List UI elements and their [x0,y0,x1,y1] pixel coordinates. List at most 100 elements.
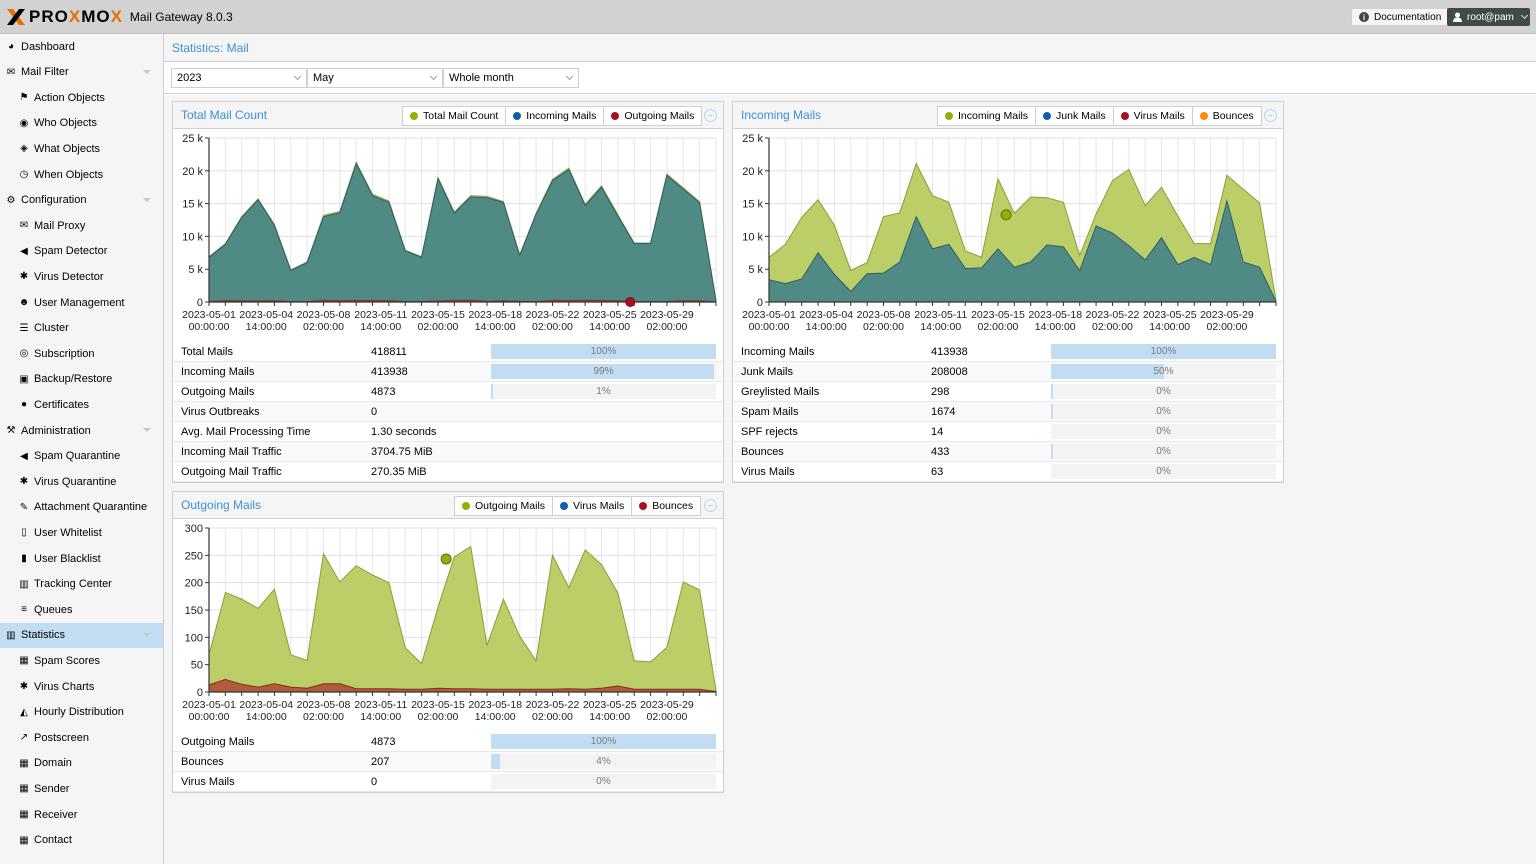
sidebar-item-configuration[interactable]: ⚙ Configuration [0,188,163,213]
stats-row: Virus Mails 0 0% [173,772,723,792]
legend-item[interactable]: Incoming Mails [938,107,1037,125]
sidebar-item-user-blacklist[interactable]: ▮ User Blacklist [0,546,163,571]
sidebar-item-queues[interactable]: ≡ Queues [0,597,163,622]
sidebar-item-virus-detector[interactable]: ✱ Virus Detector [0,264,163,289]
y-tick-label: 250 [185,550,203,562]
x-tick-label: 02:00:00 [418,321,459,333]
chevron-down-icon [565,72,574,81]
percent-label: 0% [1156,406,1171,417]
expand-arrow-icon[interactable] [143,69,151,74]
expand-arrow-icon[interactable] [143,632,151,637]
stats-label: Incoming Mails [181,366,255,378]
legend-item[interactable]: Virus Mails [1114,107,1193,125]
stats-label: Outgoing Mail Traffic [181,466,282,478]
year-select[interactable]: 2023 [171,68,307,88]
stats-label: Greylisted Mails [741,386,820,398]
month-select[interactable]: May [307,68,443,88]
legend-marker [611,112,620,120]
percent-label: 100% [590,736,617,747]
bug-icon: ✱ [19,476,29,488]
sidebar-item-virus-quarantine[interactable]: ✱ Virus Quarantine [0,469,163,494]
y-tick-label: 0 [757,297,763,309]
stats-row: Spam Mails 1674 0% [733,402,1283,422]
sidebar-item-attachment-quarantine[interactable]: ✎ Attachment Quarantine [0,495,163,520]
sidebar-item-mail-proxy[interactable]: ✉ Mail Proxy [0,213,163,238]
sidebar-item-hourly-distribution[interactable]: ◭ Hourly Distribution [0,700,163,725]
x-tick-label: 02:00:00 [978,321,1019,333]
sidebar-item-postscreen[interactable]: ↗ Postscreen [0,725,163,750]
legend-item[interactable]: Junk Mails [1036,107,1114,125]
stats-row: Avg. Mail Processing Time 1.30 seconds [173,422,723,442]
collapse-icon[interactable] [704,499,717,512]
legend-item[interactable]: Outgoing Mails [455,497,554,515]
sidebar-item-contact[interactable]: ▦ Contact [0,828,163,853]
legend-item[interactable]: Outgoing Mails [604,107,701,125]
legend-label: Bounces [652,500,694,512]
sidebar-item-certificates[interactable]: ● Certificates [0,392,163,417]
sidebar-item-action-objects[interactable]: ⚑ Action Objects [0,85,163,110]
y-tick-label: 200 [185,578,203,590]
sidebar-item-subscription[interactable]: ◎ Subscription [0,341,163,366]
sidebar-item-label: Administration [21,424,91,437]
sidebar-item-spam-scores[interactable]: ▦ Spam Scores [0,648,163,673]
percent-bar: 0% [1051,444,1276,459]
legend-label: Bounces [1212,110,1254,122]
x-tick-label: 14:00:00 [1035,321,1076,333]
stats-value: 270.35 MiB [371,466,427,478]
sidebar-item-sender[interactable]: ▦ Sender [0,776,163,801]
area-series-incoming-mails [208,162,717,303]
sidebar-item-statistics[interactable]: ▥ Statistics [0,622,163,648]
info-icon: i [1359,12,1369,22]
legend-item[interactable]: Total Mail Count [403,107,507,125]
sidebar-item-who-objects[interactable]: ◉ Who Objects [0,111,163,136]
legend-item[interactable]: Bounces [1193,107,1261,125]
sidebar-item-domain[interactable]: ▦ Domain [0,751,163,776]
legend-item[interactable]: Virus Mails [553,497,633,515]
legend-label: Total Mail Count [423,110,499,122]
x-tick-label: 2023-05-15 [411,699,465,711]
user-menu-button[interactable]: root@pam [1447,8,1530,26]
sidebar-item-label: Spam Scores [34,654,101,667]
sidebar-item-label: Attachment Quarantine [34,501,148,514]
legend-item[interactable]: Incoming Mails [506,107,605,125]
y-tick-label: 100 [185,632,203,644]
expand-arrow-icon[interactable] [143,428,151,432]
sidebar-item-user-whitelist[interactable]: ▯ User Whitelist [0,520,163,545]
sidebar-item-receiver[interactable]: ▦ Receiver [0,802,163,827]
wrench-icon: ⚒ [6,425,16,436]
collapse-icon[interactable] [1264,109,1277,122]
sidebar-item-spam-quarantine[interactable]: ◀ Spam Quarantine [0,444,163,469]
day-select[interactable]: Whole month [443,68,579,88]
sidebar-item-dashboard[interactable]: ◕ Dashboard [0,34,163,59]
documentation-button[interactable]: i Documentation [1351,8,1450,26]
sidebar-item-user-management[interactable]: ☻ User Management [0,290,163,315]
sidebar-item-virus-charts[interactable]: ✱ Virus Charts [0,674,163,699]
bars-icon: ≡ [21,604,27,616]
x-tick-label: 2023-05-01 [742,309,796,321]
x-tick-label: 14:00:00 [589,321,630,333]
map-icon: ▥ [19,578,29,590]
collapse-icon[interactable] [704,109,717,122]
legend-item[interactable]: Bounces [632,497,700,515]
sidebar-item-label: Cluster [34,322,69,335]
expand-arrow-icon[interactable] [143,197,151,202]
cogs-icon: ⚙ [6,194,16,206]
sidebar-item-cluster[interactable]: ☰ Cluster [0,316,163,341]
stats-label: Virus Mails [181,776,235,788]
x-tick-label: 14:00:00 [246,321,287,333]
sidebar-item-backup-restore[interactable]: ▣ Backup/Restore [0,367,163,392]
sidebar-item-label: What Objects [34,142,101,155]
sidebar-item-what-objects[interactable]: ◈ What Objects [0,136,163,161]
sidebar-item-when-objects[interactable]: ◷ When Objects [0,162,163,187]
x-tick-label: 02:00:00 [1206,321,1247,333]
stats-label: Total Mails [181,346,233,358]
sidebar-item-administration[interactable]: ⚒ Administration [0,418,163,443]
x-tick-label: 14:00:00 [806,321,847,333]
legend-label: Virus Mails [573,500,625,512]
panel-header: Outgoing Mails Outgoing Mails Virus Mail… [173,492,723,519]
stats-row: Outgoing Mail Traffic 270.35 MiB [173,462,723,482]
sidebar-item-mail-filter[interactable]: ✉ Mail Filter [0,60,163,85]
sidebar-item-tracking-center[interactable]: ▥ Tracking Center [0,572,163,597]
x-tick-label: 2023-05-18 [468,699,522,711]
sidebar-item-spam-detector[interactable]: ◀ Spam Detector [0,239,163,264]
